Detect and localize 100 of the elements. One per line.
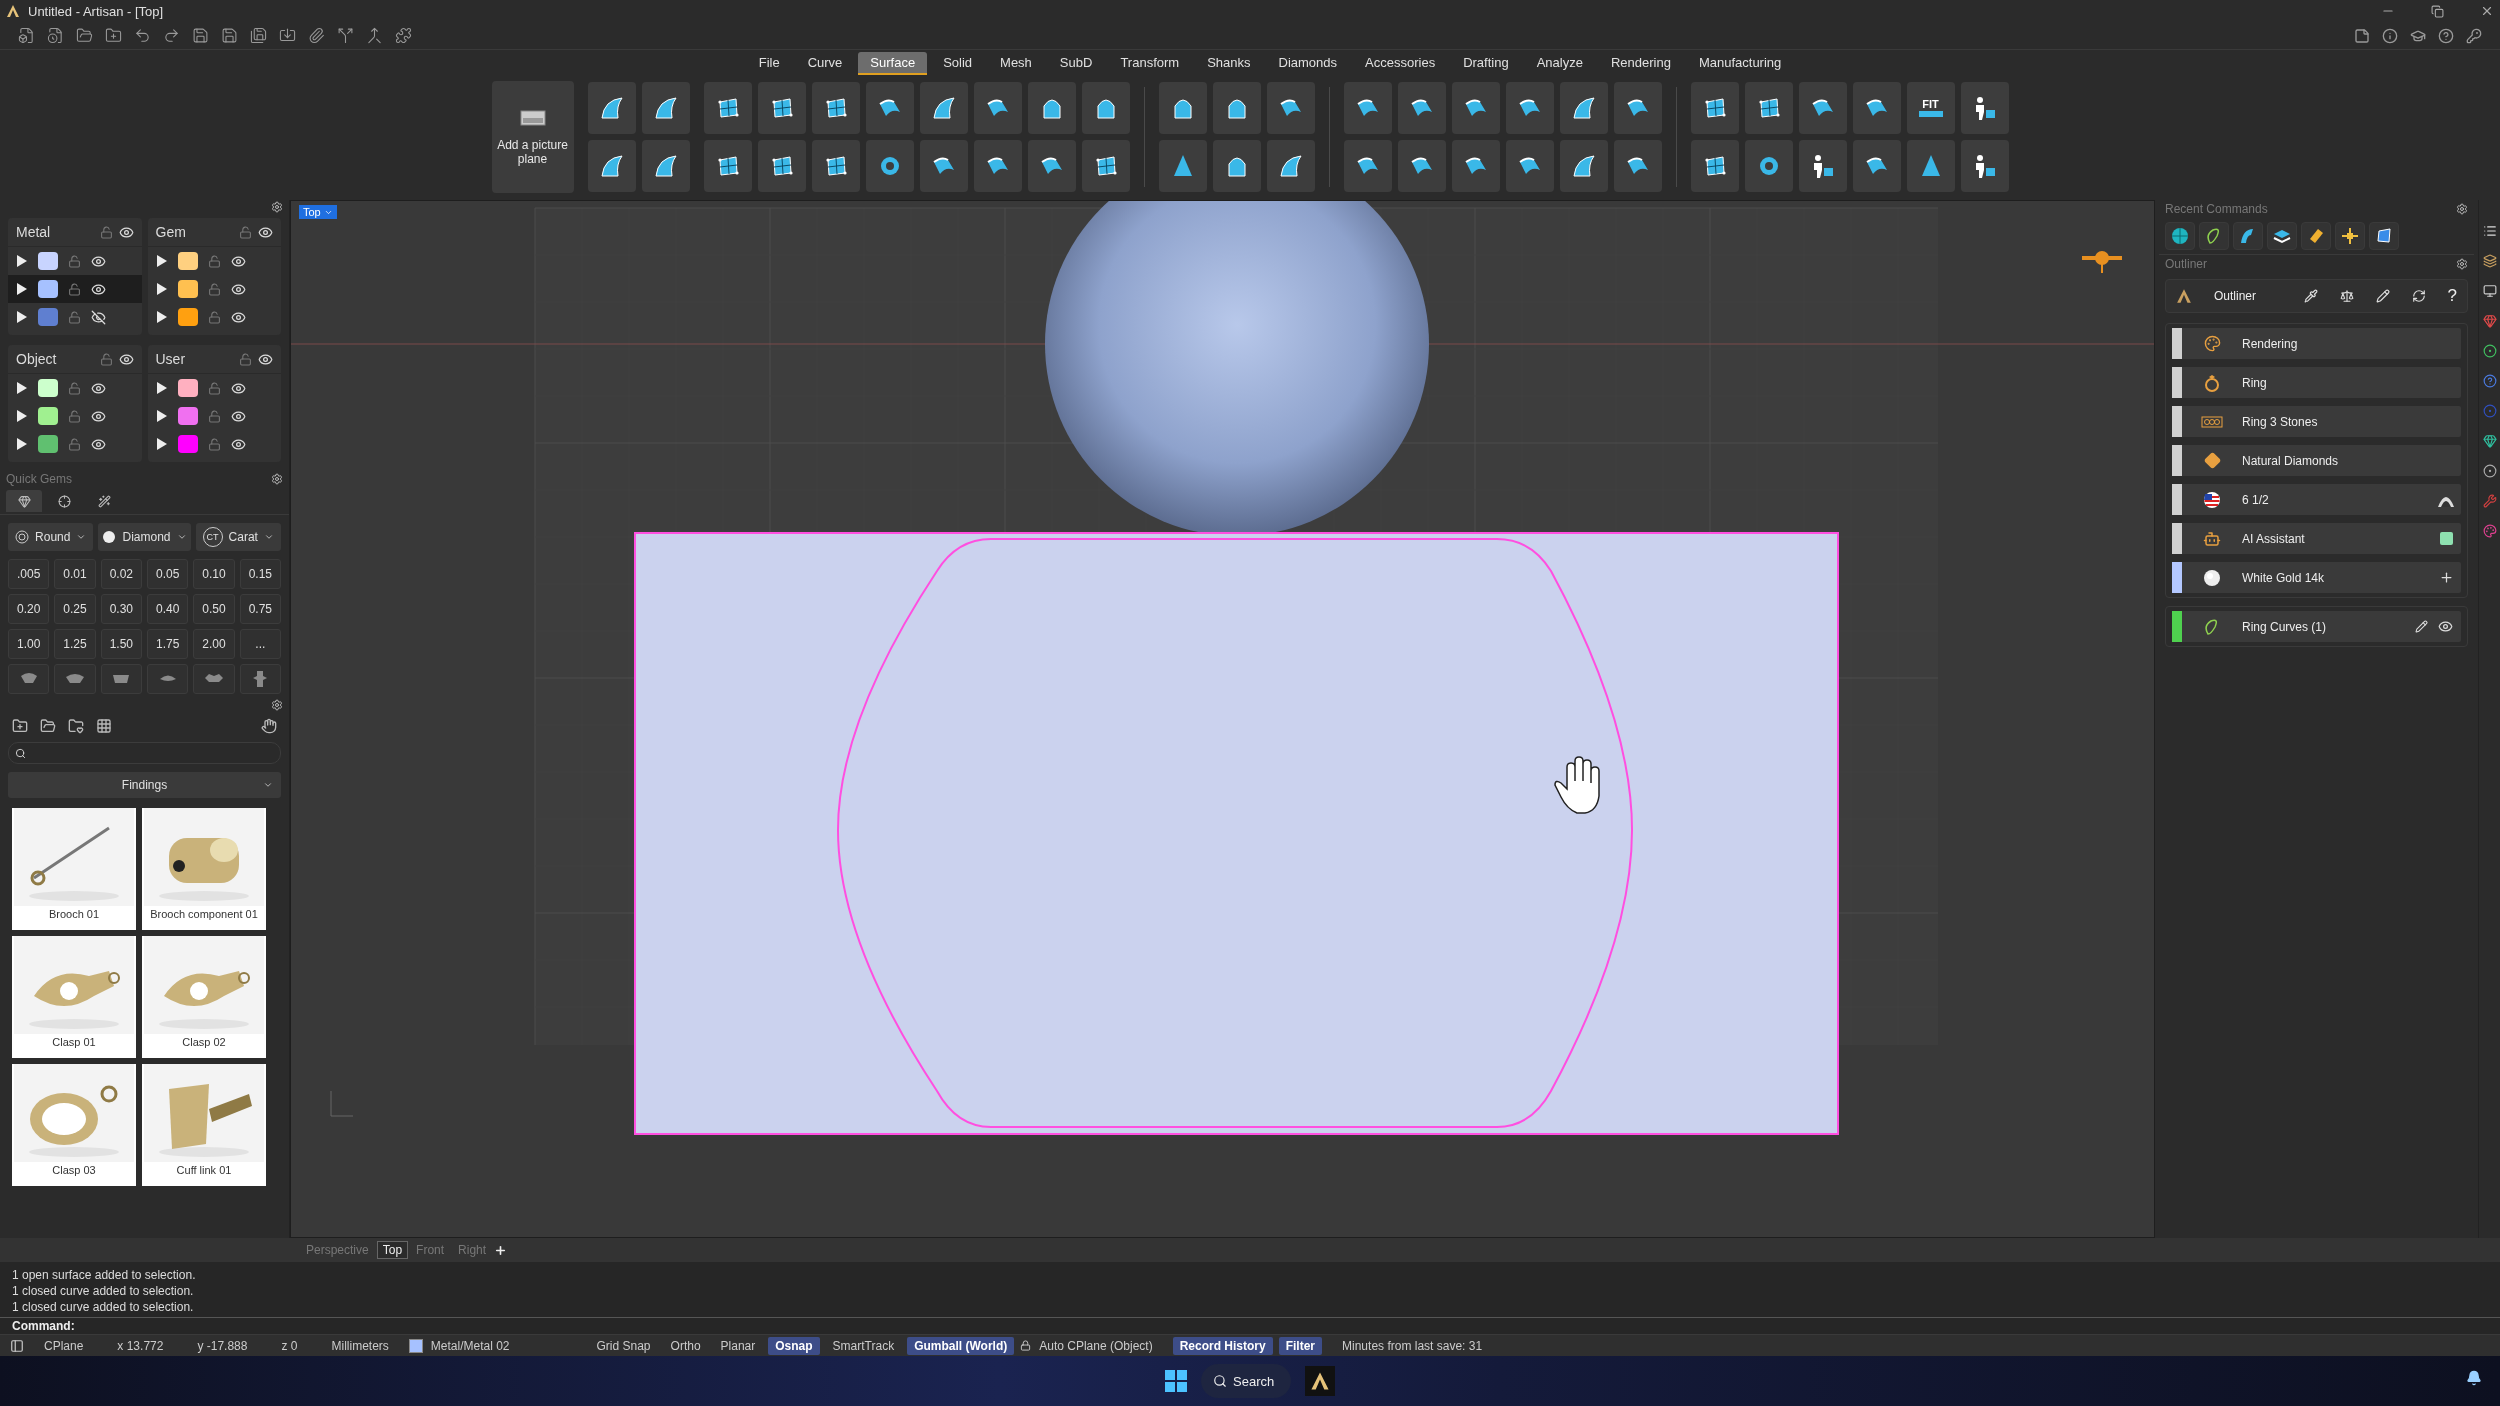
gem-size-button[interactable]: 0.30 (100, 594, 142, 624)
eye-icon[interactable] (230, 408, 246, 424)
import-icon[interactable] (279, 27, 296, 44)
tool-button[interactable] (865, 82, 914, 134)
tool-button[interactable] (1343, 82, 1392, 134)
lock-icon[interactable] (68, 437, 81, 451)
tool-button[interactable] (1081, 82, 1130, 134)
hand-icon[interactable] (261, 718, 277, 734)
lock-icon[interactable] (68, 310, 81, 324)
tool-button[interactable] (1559, 82, 1608, 134)
eyedropper-icon[interactable] (2303, 289, 2318, 303)
tool-button[interactable]: FIT (1906, 82, 1955, 134)
tool-button[interactable] (703, 140, 752, 192)
eye-icon[interactable] (230, 281, 246, 297)
gem-size-button[interactable]: 1.50 (100, 629, 142, 659)
layer-color[interactable] (38, 252, 58, 270)
layer-color[interactable] (177, 407, 198, 425)
tool-button[interactable] (641, 82, 690, 134)
lock-icon[interactable] (68, 282, 81, 296)
library-card[interactable]: Clasp 01 (12, 936, 136, 1058)
tool-button[interactable] (1158, 82, 1207, 134)
tool-button[interactable] (973, 82, 1022, 134)
tool-button[interactable] (1744, 82, 1793, 134)
picture-plane-button[interactable]: Add a picture plane (491, 81, 574, 193)
help-icon[interactable] (2438, 27, 2454, 44)
gem-shape-button[interactable] (239, 664, 281, 694)
status-text[interactable]: Auto CPlane (Object) (1037, 1338, 1167, 1353)
list-icon[interactable] (2482, 224, 2497, 238)
info-icon[interactable] (2382, 27, 2398, 44)
lock-icon[interactable] (239, 225, 252, 239)
tool-button[interactable] (1212, 140, 1261, 192)
gem-size-button[interactable]: 1.75 (147, 629, 189, 659)
gem-size-button[interactable]: 1.00 (8, 629, 50, 659)
settings-icon[interactable] (271, 473, 283, 485)
scale-icon[interactable] (2339, 289, 2354, 303)
lock-icon[interactable] (68, 409, 81, 423)
tool-button[interactable] (1906, 140, 1955, 192)
play-icon[interactable] (155, 255, 168, 267)
gem-size-button[interactable]: ... (239, 629, 281, 659)
tool-button[interactable] (1744, 140, 1793, 192)
save-all-icon[interactable] (250, 27, 267, 44)
new-icon[interactable] (18, 27, 35, 44)
menu-tab[interactable]: Analyze (1524, 51, 1595, 75)
grid-check-icon[interactable] (96, 718, 112, 734)
gem-shape-button[interactable] (8, 664, 50, 694)
gem-size-button[interactable]: 0.01 (54, 559, 96, 589)
color-swatch[interactable] (2439, 532, 2453, 545)
menu-tab[interactable]: Drafting (1451, 51, 1521, 75)
recent-command-button[interactable] (2301, 222, 2331, 250)
eye-icon[interactable] (118, 224, 134, 240)
gem-shape-button[interactable] (193, 664, 235, 694)
tool-button[interactable] (1613, 140, 1662, 192)
lock-icon[interactable] (207, 409, 221, 423)
tool-button[interactable] (973, 140, 1022, 192)
eye-icon[interactable] (230, 436, 246, 452)
app-icon[interactable] (1305, 1366, 1335, 1396)
play-icon[interactable] (155, 311, 168, 323)
refresh-icon[interactable] (2411, 289, 2426, 303)
license-icon[interactable] (2466, 27, 2482, 44)
outliner-item[interactable]: Ring Curves (1) (2172, 611, 2461, 642)
gem-shape-button[interactable] (147, 664, 189, 694)
status-toggle[interactable]: Grid Snap (589, 1336, 658, 1355)
play-icon[interactable] (16, 311, 28, 323)
layer-color[interactable] (38, 379, 58, 397)
lock-icon[interactable] (207, 381, 221, 395)
recent-command-button[interactable] (2335, 222, 2365, 250)
tool-button[interactable] (811, 82, 860, 134)
settings-icon[interactable] (271, 699, 283, 711)
gem-size-button[interactable]: 1.25 (54, 629, 96, 659)
tool-button[interactable] (1505, 82, 1554, 134)
tool-button[interactable] (1690, 82, 1739, 134)
tool-button[interactable] (1559, 140, 1608, 192)
pencil-icon[interactable] (2375, 289, 2390, 303)
lock-icon[interactable] (68, 254, 81, 268)
play-icon[interactable] (16, 255, 28, 267)
play-icon[interactable] (16, 410, 28, 422)
tool-button[interactable] (1027, 140, 1076, 192)
menu-tab[interactable]: Transform (1108, 51, 1192, 75)
tool-button[interactable] (1266, 82, 1315, 134)
menu-tab[interactable]: Shanks (1195, 51, 1263, 75)
layer-color[interactable] (177, 308, 198, 326)
gem-size-button[interactable]: 0.25 (54, 594, 96, 624)
library-card[interactable]: Clasp 03 (12, 1064, 136, 1186)
settings-icon[interactable] (2456, 203, 2468, 215)
menu-tab[interactable]: Mesh (988, 51, 1044, 75)
eye-icon[interactable] (230, 309, 246, 325)
save-as-icon[interactable] (221, 27, 238, 44)
redo-icon[interactable] (163, 27, 180, 44)
tool-button[interactable] (587, 140, 636, 192)
lock-icon[interactable] (68, 381, 81, 395)
folder-add-icon[interactable] (12, 718, 28, 734)
play-icon[interactable] (16, 283, 28, 295)
help-icon[interactable] (2482, 374, 2497, 388)
save-icon[interactable] (192, 27, 209, 44)
tool-button[interactable] (1852, 82, 1901, 134)
layer-color[interactable] (177, 252, 198, 270)
tool-button[interactable] (1266, 140, 1315, 192)
menu-tab[interactable]: File (746, 51, 792, 75)
status-toggle[interactable]: SmartTrack (825, 1336, 902, 1355)
play-icon[interactable] (155, 283, 168, 295)
